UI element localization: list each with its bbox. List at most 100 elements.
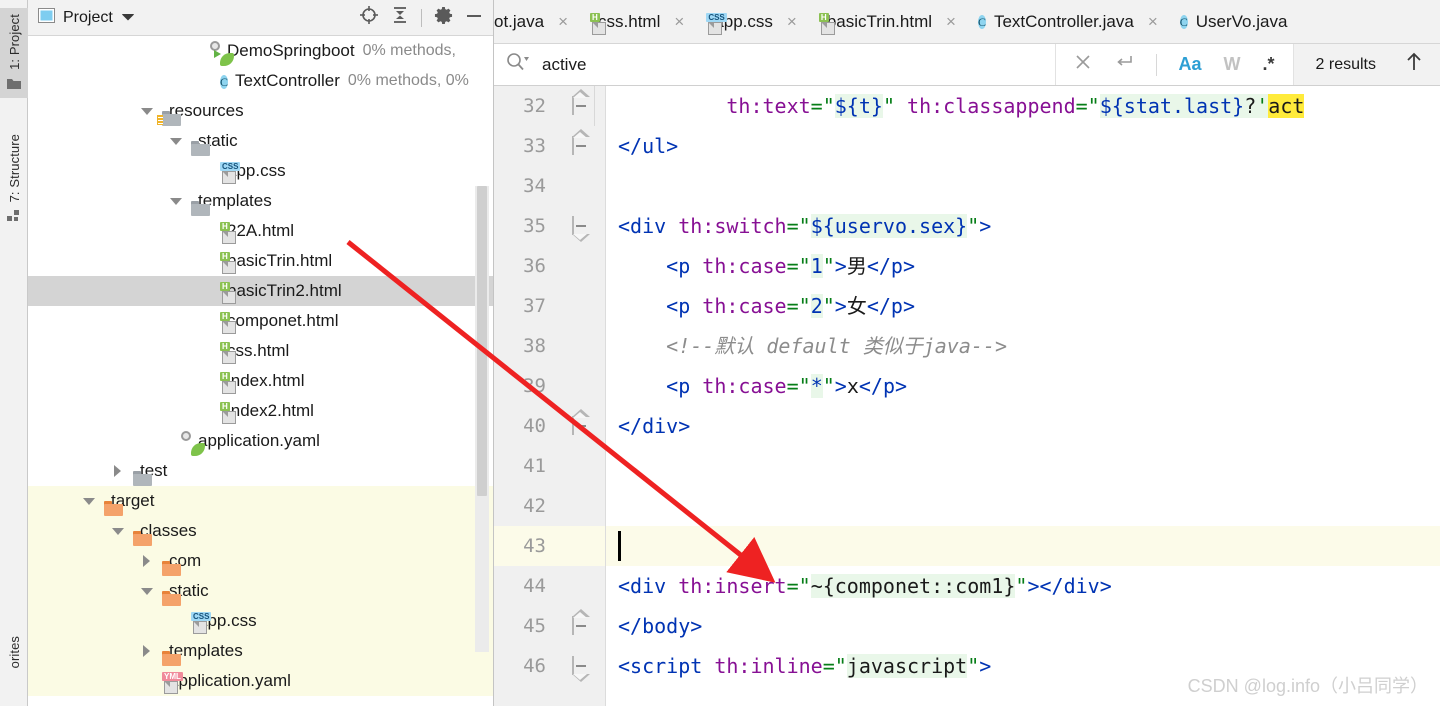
tree-node-componet-html[interactable]: Hcomponet.html (28, 306, 493, 336)
line-number-row: 35 (494, 206, 556, 246)
line-number: 39 (523, 375, 546, 397)
tree-node-test[interactable]: test (28, 456, 493, 486)
locate-target-icon[interactable] (359, 5, 379, 30)
close-icon[interactable] (1074, 53, 1092, 76)
fold-collapse-icon[interactable] (572, 416, 590, 435)
editor-tab-uservo-java[interactable]: C UserVo.java (1168, 0, 1298, 43)
fold-collapse-icon[interactable] (572, 616, 590, 635)
tree-node-app-css[interactable]: CSS app.css (28, 606, 493, 636)
tool-window-tab-favorites[interactable]: orites (0, 630, 28, 672)
multiline-icon[interactable] (1114, 53, 1134, 76)
token-qt: " (834, 654, 847, 678)
token-attr: th:classappend (907, 94, 1076, 118)
code-line[interactable]: <!--默认 default 类似于java--> (606, 326, 1440, 366)
tree-node-application-yaml[interactable]: application.yaml (28, 426, 493, 456)
tree-node-classes[interactable]: classes (28, 516, 493, 546)
editor-tab-css-html[interactable]: Hcss.html × (578, 0, 694, 43)
tree-twisty-right-icon[interactable] (112, 464, 125, 478)
token-plain: x (846, 374, 859, 398)
close-icon[interactable]: × (946, 12, 956, 32)
tree-node-resources[interactable]: resources (28, 96, 493, 126)
close-icon[interactable]: × (558, 12, 568, 32)
project-tree-scroll-area[interactable]: DemoSpringboot 0% methods, C TextController… (28, 36, 493, 706)
tree-node-templates[interactable]: templates (28, 186, 493, 216)
tree-twisty-down-icon[interactable] (83, 495, 96, 508)
project-tree-scrollbar-thumb[interactable] (477, 186, 487, 496)
tree-node-basictrin2-html[interactable]: HbasicTrin2.html (28, 276, 493, 306)
tree-twisty-right-icon[interactable] (141, 554, 154, 568)
tree-node-static[interactable]: static (28, 576, 493, 606)
tree-node-static[interactable]: static (28, 126, 493, 156)
code-line-text: <p th:case="2">女</p> (618, 286, 915, 326)
fold-expand-icon[interactable] (572, 216, 590, 235)
collapse-all-icon[interactable] (391, 6, 409, 29)
code-line[interactable] (606, 166, 1440, 206)
tree-node-index2-html[interactable]: Hindex2.html (28, 396, 493, 426)
tree-twisty-down-icon[interactable] (141, 105, 154, 118)
fold-collapse-icon[interactable] (572, 96, 590, 115)
line-number-row: 44 (494, 566, 556, 606)
code-line[interactable] (606, 446, 1440, 486)
code-folding-gutter[interactable] (556, 86, 606, 706)
fold-collapse-icon[interactable] (572, 136, 590, 155)
close-icon[interactable]: × (674, 12, 684, 32)
tree-twisty-down-icon[interactable] (170, 135, 183, 148)
search-input-container[interactable]: active (494, 44, 1056, 85)
code-line[interactable]: <p th:case="*">x</p> (606, 366, 1440, 406)
token-eq: = (786, 574, 799, 598)
tree-node-app-css[interactable]: CSS app.css (28, 156, 493, 186)
token-tag: <p (666, 254, 703, 278)
regex-toggle[interactable]: .* (1263, 54, 1275, 75)
token-tag: <div (618, 214, 679, 238)
tree-node-demospringboot[interactable]: DemoSpringboot 0% methods, (28, 36, 493, 66)
code-line[interactable]: </div> (606, 406, 1440, 446)
code-line[interactable]: </ul> (606, 126, 1440, 166)
code-line[interactable] (606, 526, 1440, 566)
line-number-gutter[interactable]: 32 33 34 35 36 37 38 39 40 41 42 43 44 45 46 (494, 86, 556, 706)
idea-window: 1: Project 7: Structure orites Project D… (0, 0, 1440, 706)
tree-node-target[interactable]: target (28, 486, 493, 516)
code-line[interactable]: <p th:case="2">女</p> (606, 286, 1440, 326)
close-icon[interactable]: × (1148, 12, 1158, 32)
editor-tab-basictrin-html[interactable]: HbasicTrin.html × (807, 0, 966, 43)
project-panel-title-group[interactable]: Project (38, 7, 135, 28)
chevron-down-icon[interactable] (121, 9, 135, 27)
fold-expand-icon[interactable] (572, 656, 590, 675)
settings-gear-icon[interactable] (434, 6, 453, 30)
tree-twisty-down-icon[interactable] (112, 525, 125, 538)
code-line[interactable]: </body> (606, 606, 1440, 646)
tree-node-index-html[interactable]: Hindex.html (28, 366, 493, 396)
match-case-toggle[interactable]: Aa (1179, 54, 1202, 75)
code-line[interactable]: <div th:switch="${uservo.sex}"> (606, 206, 1440, 246)
editor-tab-app-css[interactable]: CSS app.css × (694, 0, 807, 43)
code-line[interactable]: <div th:insert="~{componet::com1}"></div… (606, 566, 1440, 606)
search-input[interactable]: active (542, 55, 586, 75)
tree-twisty-right-icon[interactable] (141, 644, 154, 658)
tree-node-com[interactable]: com (28, 546, 493, 576)
editor-tab-ot-java[interactable]: ot.java × (494, 0, 578, 43)
tool-window-tab-project[interactable]: 1: Project (0, 8, 28, 98)
words-toggle[interactable]: W (1224, 54, 1241, 75)
minimize-icon[interactable] (465, 9, 483, 27)
tree-node-22a-html[interactable]: H 22A.html (28, 216, 493, 246)
search-icon[interactable] (506, 52, 530, 77)
code-editor-viewport[interactable]: 32 33 34 35 36 37 38 39 40 41 42 43 44 45 46 th:text="… (494, 86, 1440, 706)
code-line[interactable]: <p th:case="1">男</p> (606, 246, 1440, 286)
code-text-area[interactable]: th:text="${t}" th:classappend="${stat.la… (606, 86, 1440, 706)
token-cmt: <!--默认 default 类似于java--> (666, 334, 1007, 358)
tool-window-tab-structure[interactable]: 7: Structure (0, 128, 28, 230)
tree-node-templates[interactable]: templates (28, 636, 493, 666)
token-attr: th:text (726, 94, 811, 118)
tree-node-basictrin-html[interactable]: HbasicTrin.html (28, 246, 493, 276)
code-line[interactable] (606, 486, 1440, 526)
tree-node-application-yaml[interactable]: YML application.yaml (28, 666, 493, 696)
close-icon[interactable]: × (787, 12, 797, 32)
arrow-up-icon[interactable] (1404, 51, 1424, 78)
tree-node-css-html[interactable]: Hcss.html (28, 336, 493, 366)
tree-twisty-down-icon[interactable] (170, 195, 183, 208)
tree-node-textcontroller[interactable]: C TextController 0% methods, 0% (28, 66, 493, 96)
java-class-icon: C (220, 74, 229, 89)
tree-twisty-down-icon[interactable] (141, 585, 154, 598)
editor-tab-textcontroller-java[interactable]: C TextController.java × (966, 0, 1168, 43)
code-line[interactable]: th:text="${t}" th:classappend="${stat.la… (606, 86, 1440, 126)
